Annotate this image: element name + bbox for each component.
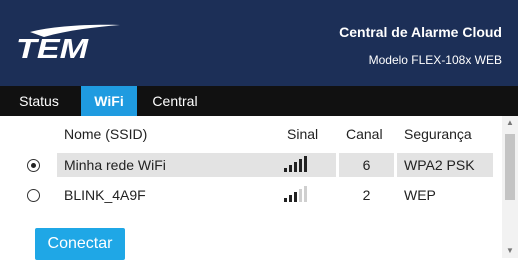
signal-bar xyxy=(284,168,287,172)
tab-status[interactable]: Status xyxy=(14,86,64,116)
scroll-up-arrow-icon[interactable]: ▲ xyxy=(502,116,518,130)
signal-strength-icon xyxy=(284,153,324,177)
signal-cell xyxy=(270,153,336,177)
network-security: WEP xyxy=(404,187,436,203)
scroll-down-arrow-icon[interactable]: ▼ xyxy=(502,244,518,258)
network-ssid: BLINK_4A9F xyxy=(64,187,146,203)
scrollbar[interactable]: ▲ ▼ xyxy=(502,116,518,258)
column-header-security: Segurança xyxy=(404,126,472,142)
tem-logo: TEM xyxy=(16,24,120,64)
signal-bar xyxy=(299,159,302,172)
network-row[interactable]: BLINK_4A9F 2 WEP xyxy=(0,183,500,209)
wifi-panel: Nome (SSID) Sinal Canal Segurança Minha … xyxy=(0,116,518,260)
network-channel: 6 xyxy=(339,153,394,177)
network-ssid: Minha rede WiFi xyxy=(57,153,274,177)
signal-bar xyxy=(299,189,302,202)
column-header-signal: Sinal xyxy=(287,126,319,142)
tab-wifi[interactable]: WiFi xyxy=(81,86,137,116)
logo-text: TEM xyxy=(16,33,89,64)
column-header-ssid: Nome (SSID) xyxy=(64,126,148,142)
app-title: Central de Alarme Cloud xyxy=(339,24,502,40)
network-radio[interactable] xyxy=(27,189,40,202)
signal-bar xyxy=(294,192,297,202)
network-security: WPA2 PSK xyxy=(397,153,493,177)
scrollbar-thumb[interactable] xyxy=(505,134,515,200)
tab-bar: Status WiFi Central xyxy=(0,86,518,116)
signal-bar xyxy=(304,186,307,202)
signal-strength-icon xyxy=(284,183,324,207)
header: TEM Central de Alarme Cloud Modelo FLEX-… xyxy=(0,0,518,86)
signal-bar xyxy=(289,195,292,202)
signal-bar xyxy=(294,162,297,172)
network-channel: 2 xyxy=(362,187,371,203)
network-radio[interactable] xyxy=(27,159,40,172)
signal-cell xyxy=(270,183,336,207)
network-row[interactable]: Minha rede WiFi 6 WPA2 PSK xyxy=(0,153,500,179)
model-subtitle: Modelo FLEX-108x WEB xyxy=(368,53,502,67)
column-header-channel: Canal xyxy=(346,126,383,142)
signal-bar xyxy=(304,156,307,172)
tab-central[interactable]: Central xyxy=(140,86,210,116)
connect-button[interactable]: Conectar xyxy=(35,228,125,260)
signal-bar xyxy=(289,165,292,172)
signal-bar xyxy=(284,198,287,202)
